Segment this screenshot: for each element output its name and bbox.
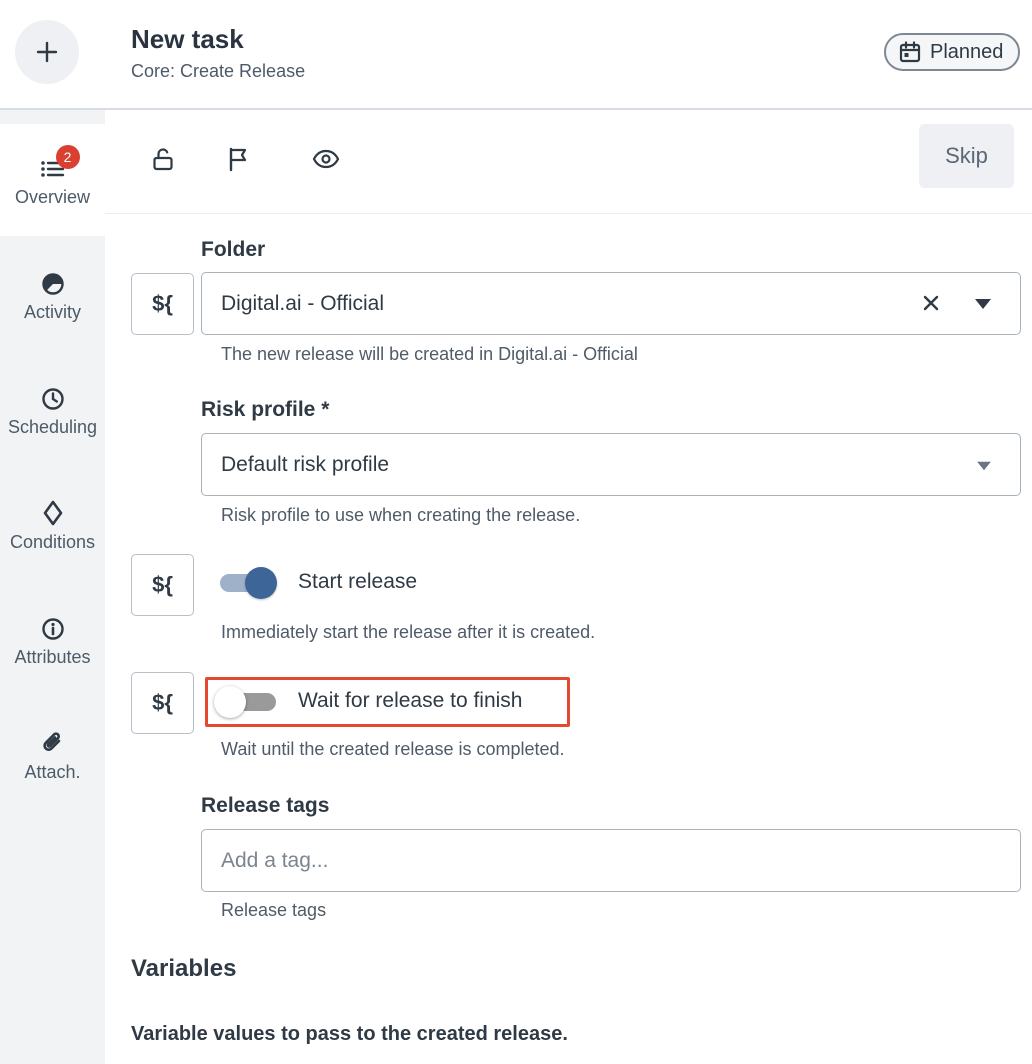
rail-item-overview[interactable]: 2 Overview — [0, 124, 105, 236]
rail-item-attachments[interactable]: Attach. — [0, 699, 105, 811]
lock-open-icon — [153, 148, 173, 171]
pie-icon — [41, 272, 64, 295]
task-toolbar: Skip — [105, 110, 1032, 214]
diamond-icon — [43, 500, 62, 525]
rail-item-label: Attributes — [14, 646, 91, 667]
flag-button[interactable] — [223, 144, 253, 174]
release-tags-label: Release tags — [201, 794, 330, 817]
plus-icon — [36, 41, 58, 63]
risk-profile-value: Default risk profile — [221, 452, 390, 476]
add-button[interactable] — [15, 20, 79, 84]
chevron-down-icon[interactable] — [974, 297, 992, 311]
rail-item-attributes[interactable]: Attributes — [0, 584, 105, 696]
variables-description: Variable values to pass to the created r… — [131, 1023, 568, 1045]
info-icon — [41, 617, 64, 640]
task-subtitle: Core: Create Release — [131, 61, 306, 81]
highlight-box — [205, 677, 570, 727]
side-rail: 2 Overview Activity Scheduling Condition… — [0, 110, 105, 1064]
notification-badge: 2 — [55, 144, 80, 169]
wait-release-variable-button[interactable]: ${ — [131, 672, 194, 734]
status-label: Planned — [930, 40, 1004, 63]
risk-profile-select[interactable]: Default risk profile — [201, 433, 1021, 496]
folder-select[interactable]: Digital.ai - Official — [201, 272, 1021, 335]
watch-button[interactable] — [311, 144, 341, 174]
lock-button[interactable] — [148, 144, 178, 174]
task-panel: New task Core: Create Release Planned 2 … — [0, 0, 1032, 1064]
skip-button[interactable]: Skip — [919, 124, 1014, 188]
status-badge[interactable]: Planned — [884, 33, 1020, 71]
task-header: New task Core: Create Release Planned — [0, 0, 1032, 110]
rail-item-label: Activity — [23, 301, 81, 322]
start-release-toggle[interactable] — [218, 567, 278, 599]
eye-icon — [312, 149, 340, 169]
start-release-help: Immediately start the release after it i… — [221, 622, 596, 642]
wait-release-help: Wait until the created release is comple… — [221, 739, 565, 759]
calendar-icon — [899, 41, 921, 63]
rail-item-label: Attach. — [24, 761, 81, 782]
start-release-label: Start release — [298, 570, 418, 593]
rail-item-activity[interactable]: Activity — [0, 239, 105, 351]
release-tags-placeholder: Add a tag... — [221, 848, 329, 872]
flag-icon — [229, 147, 247, 172]
risk-profile-help: Risk profile to use when creating the re… — [221, 505, 581, 525]
release-tags-input[interactable]: Add a tag... — [201, 829, 1021, 892]
folder-variable-button[interactable]: ${ — [131, 273, 194, 335]
rail-item-label: Overview — [14, 186, 90, 207]
rail-item-label: Scheduling — [7, 416, 98, 437]
start-release-variable-button[interactable]: ${ — [131, 554, 194, 616]
task-title: New task — [131, 24, 244, 54]
start-release-row: Start release — [218, 567, 418, 599]
rail-item-scheduling[interactable]: Scheduling — [0, 354, 105, 466]
clear-icon[interactable] — [920, 292, 942, 314]
chevron-down-icon[interactable] — [976, 460, 992, 472]
paperclip-icon — [42, 731, 60, 751]
folder-label: Folder — [201, 238, 266, 261]
folder-help: The new release will be created in Digit… — [221, 344, 638, 364]
folder-value: Digital.ai - Official — [221, 291, 384, 315]
risk-profile-label: Risk profile * — [201, 398, 330, 421]
release-tags-help: Release tags — [221, 900, 327, 920]
rail-item-conditions[interactable]: Conditions — [0, 469, 105, 581]
rail-item-label: Conditions — [9, 531, 96, 552]
variables-title: Variables — [131, 955, 237, 982]
clock-icon — [41, 387, 64, 410]
